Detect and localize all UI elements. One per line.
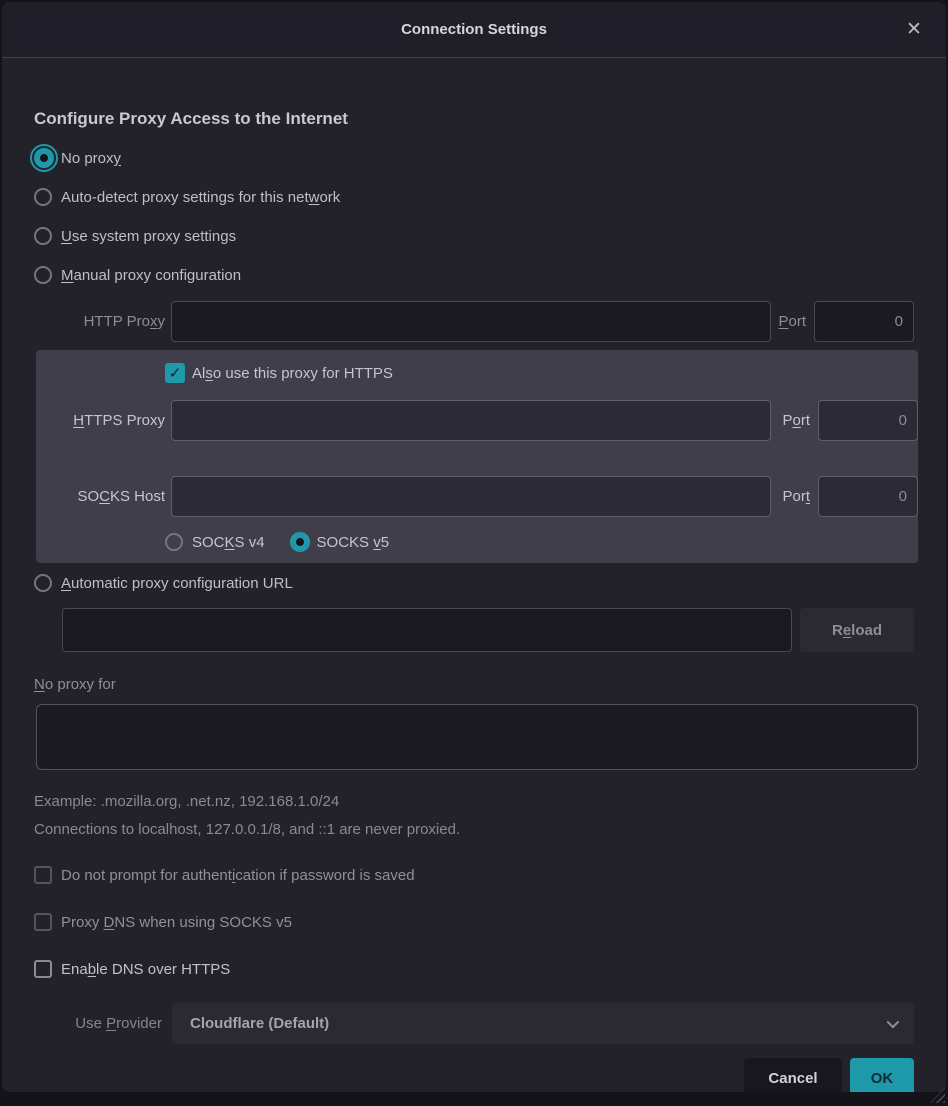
radio-icon[interactable] (34, 574, 52, 592)
no-proxy-for-textarea[interactable] (36, 704, 918, 770)
connection-settings-dialog-page: Connection Settings ✕ Configure Proxy Ac… (0, 0, 948, 1106)
cancel-button[interactable]: Cancel (744, 1058, 842, 1092)
dialog-content: Configure Proxy Access to the Internet N… (2, 107, 946, 1092)
localhost-note-text: Connections to localhost, 127.0.0.1/8, a… (34, 819, 914, 841)
http-port-label: Port (778, 313, 806, 330)
auto-config-url-input[interactable] (62, 608, 792, 652)
radio-icon[interactable] (34, 188, 52, 206)
socks-host-label: SOCKS Host (36, 488, 165, 505)
radio-selected-icon[interactable] (290, 532, 310, 552)
provider-dropdown[interactable]: Cloudflare (Default) (172, 1003, 914, 1044)
checkbox-icon (34, 866, 52, 884)
radio-label: Use system proxy settings (61, 228, 236, 245)
dialog-title: Connection Settings (401, 21, 547, 38)
radio-selected-icon[interactable] (34, 148, 54, 168)
http-proxy-row: HTTP Proxy Port (34, 301, 914, 342)
check-icon: ✓ (169, 364, 182, 382)
doh-provider-row: Use Provider Cloudflare (Default) (34, 1003, 914, 1044)
checkbox-no-prompt-auth: Do not prompt for authentication if pass… (34, 864, 914, 886)
https-proxy-label: HTTPS Proxy (36, 412, 165, 429)
radio-option-system-proxy[interactable]: Use system proxy settings (34, 223, 914, 249)
radio-option-manual-proxy[interactable]: Manual proxy configuration (34, 262, 914, 288)
close-button[interactable]: ✕ (900, 16, 928, 44)
checkbox-label: Do not prompt for authentication if pass… (61, 867, 415, 884)
https-port-input[interactable] (818, 400, 918, 441)
checkbox-checked-icon[interactable]: ✓ (165, 363, 185, 383)
radio-label: Automatic proxy configuration URL (61, 575, 293, 592)
options-group: Do not prompt for authentication if pass… (34, 864, 914, 980)
close-icon: ✕ (906, 19, 922, 40)
http-proxy-input[interactable] (171, 301, 771, 342)
radio-icon[interactable] (34, 266, 52, 284)
connection-settings-dialog: Connection Settings ✕ Configure Proxy Ac… (2, 2, 946, 1092)
also-use-https-checkbox-row[interactable]: ✓ Also use this proxy for HTTPS (36, 362, 918, 384)
ok-button[interactable]: OK (850, 1058, 914, 1092)
checkbox-enable-doh[interactable]: Enable DNS over HTTPS (34, 958, 914, 980)
chevron-down-icon (887, 1016, 900, 1029)
proxy-mode-group: No proxy Auto-detect proxy settings for … (34, 145, 914, 288)
radio-icon[interactable] (165, 533, 183, 551)
checkbox-label: Enable DNS over HTTPS (61, 961, 230, 978)
dialog-footer: Cancel OK (34, 1058, 914, 1092)
socks-v5-label: SOCKS v5 (317, 534, 390, 551)
socks-port-label: Port (782, 488, 810, 505)
radio-label: Auto-detect proxy settings for this netw… (61, 189, 340, 206)
https-socks-section: ✓ Also use this proxy for HTTPS HTTPS Pr… (36, 350, 918, 563)
socks-host-row: SOCKS Host Port (36, 476, 918, 517)
radio-option-auto-detect[interactable]: Auto-detect proxy settings for this netw… (34, 184, 914, 210)
checkbox-proxy-dns-socks5: Proxy DNS when using SOCKS v5 (34, 911, 914, 933)
radio-option-auto-config-url[interactable]: Automatic proxy configuration URL (34, 572, 914, 594)
use-provider-label: Use Provider (34, 1015, 162, 1032)
https-port-label: Port (782, 412, 810, 429)
no-proxy-example-text: Example: .mozilla.org, .net.nz, 192.168.… (34, 791, 914, 813)
checkbox-icon (34, 913, 52, 931)
provider-selected-value: Cloudflare (Default) (190, 1015, 329, 1032)
checkbox-label: Proxy DNS when using SOCKS v5 (61, 914, 292, 931)
checkbox-icon[interactable] (34, 960, 52, 978)
socks-host-input[interactable] (171, 476, 771, 517)
radio-label: Manual proxy configuration (61, 267, 241, 284)
radio-option-no-proxy[interactable]: No proxy (34, 145, 914, 171)
no-proxy-for-label: No proxy for (34, 674, 914, 696)
radio-icon[interactable] (34, 227, 52, 245)
https-proxy-input[interactable] (171, 400, 771, 441)
https-proxy-row: HTTPS Proxy Port (36, 400, 918, 441)
socks-version-group: SOCKS v4 SOCKS v5 (36, 531, 918, 553)
page-title: Configure Proxy Access to the Internet (34, 107, 914, 131)
radio-label: No proxy (61, 150, 121, 167)
checkbox-label: Also use this proxy for HTTPS (192, 365, 393, 382)
http-port-input[interactable] (814, 301, 914, 342)
socks-v4-label: SOCKS v4 (192, 534, 265, 551)
dialog-titlebar: Connection Settings ✕ (2, 2, 946, 58)
socks-port-input[interactable] (818, 476, 918, 517)
auto-config-url-row: Reload (34, 608, 914, 652)
http-proxy-label: HTTP Proxy (34, 313, 165, 330)
reload-button[interactable]: Reload (800, 608, 914, 652)
